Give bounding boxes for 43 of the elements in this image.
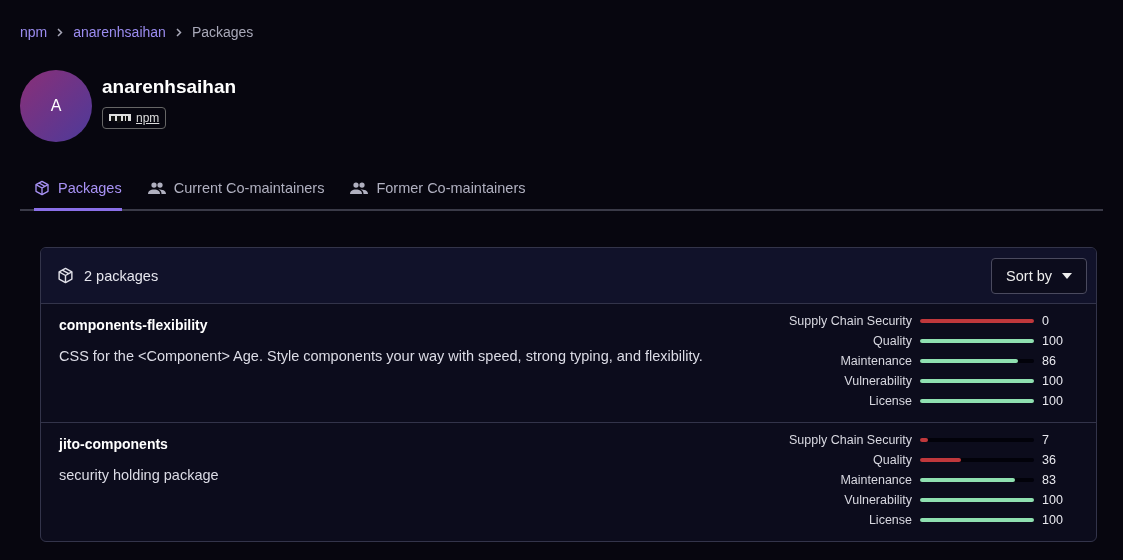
profile-name: anarenhsaihan — [102, 76, 237, 98]
score-value: 100 — [1042, 493, 1064, 507]
score-value: 36 — [1042, 453, 1057, 467]
score-value: 100 — [1042, 513, 1064, 527]
score-label: Vulnerability — [843, 493, 912, 507]
package-name[interactable]: components-flexibility — [59, 317, 759, 333]
score-label: Vulnerability — [843, 374, 912, 388]
score-value: 100 — [1042, 334, 1064, 348]
score-value: 0 — [1042, 314, 1050, 328]
score-label: Supply Chain Security — [789, 314, 912, 328]
package-count: 2 packages — [84, 267, 159, 284]
registry-badge[interactable]: npm — [102, 107, 167, 129]
chevron-icon — [175, 27, 182, 37]
score-label: License — [867, 513, 912, 527]
score-label: Maintenance — [839, 473, 912, 487]
score-value: 100 — [1042, 374, 1064, 388]
breadcrumb-title: Packages — [191, 24, 254, 40]
package-description: security holding package — [59, 466, 220, 485]
tab[interactable]: Former Co-maintainers — [350, 180, 526, 211]
package-icon — [57, 267, 74, 284]
caret-icon — [1062, 272, 1072, 279]
package-name[interactable]: jito-components — [59, 436, 759, 452]
breadcrumb-link[interactable]: npm — [20, 24, 48, 40]
chevron-icon — [57, 27, 64, 37]
score-value: 100 — [1042, 394, 1064, 408]
user-avatar: A — [20, 70, 92, 142]
score-label: Maintenance — [839, 354, 912, 368]
score-label: Quality — [872, 453, 912, 467]
score-label: License — [867, 394, 912, 408]
score-label: Quality — [872, 334, 912, 348]
score-value: 83 — [1042, 473, 1057, 487]
sort-button[interactable]: Sort by — [991, 257, 1087, 294]
score-label: Supply Chain Security — [789, 433, 912, 447]
tab[interactable]: Current Co-maintainers — [147, 180, 325, 211]
registry-logo-icon — [109, 113, 131, 123]
package-icon — [34, 180, 50, 196]
people-icon — [350, 181, 369, 195]
score-value: 86 — [1042, 354, 1057, 368]
package-description: CSS for the <Component> Age. Style components your way with speed, strong typing, and flexibility. — [59, 347, 704, 366]
people-icon — [147, 181, 166, 195]
tab[interactable]: Packages — [34, 180, 122, 211]
score-value: 7 — [1042, 433, 1050, 447]
breadcrumb-link[interactable]: anarenhsaihan — [73, 24, 166, 40]
